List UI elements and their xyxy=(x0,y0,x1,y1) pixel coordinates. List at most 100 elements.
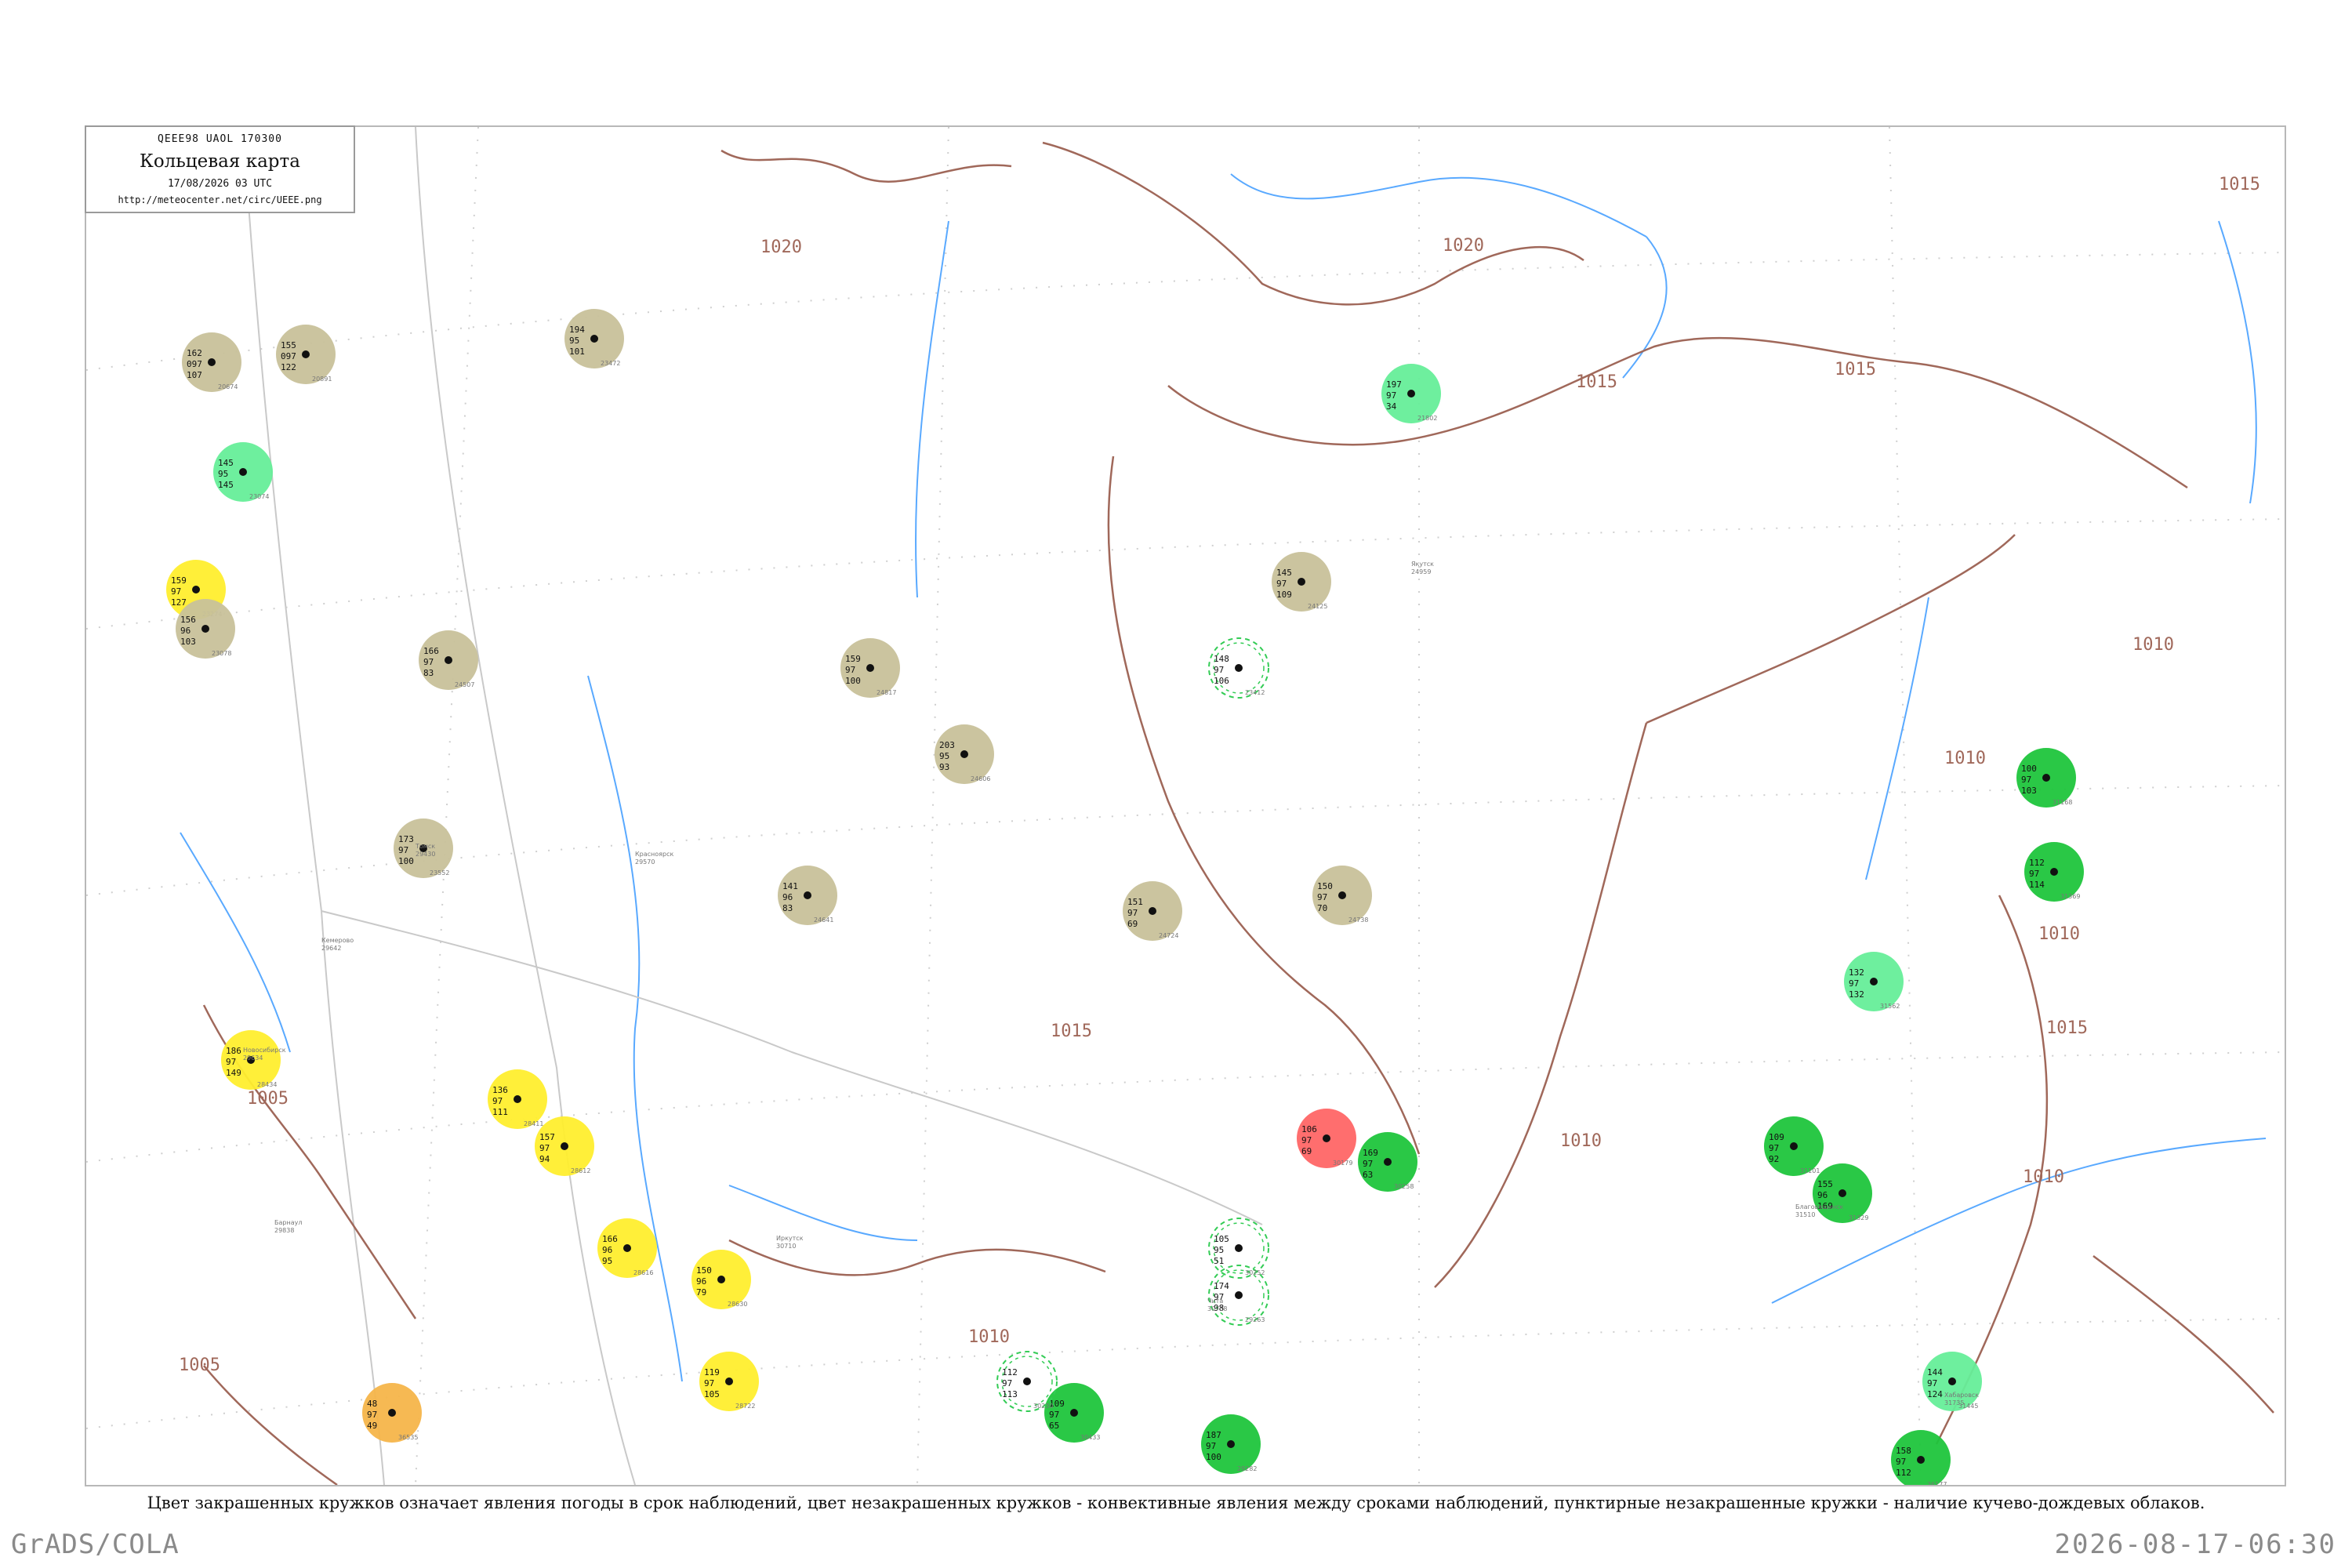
isobars xyxy=(202,141,2274,1485)
station-marker: 1509679 28630 xyxy=(691,1250,751,1309)
city-label: Томск xyxy=(415,843,435,850)
station-value-p: 97 xyxy=(1363,1159,1373,1169)
station-index: 28616 xyxy=(633,1269,653,1276)
station-value-r: 112 xyxy=(1896,1468,1911,1478)
station-value-r: 111 xyxy=(492,1107,508,1117)
station-index: 24817 xyxy=(877,689,896,696)
station-value-p: 97 xyxy=(1849,978,1859,989)
station-dot-icon xyxy=(445,656,452,664)
station-value-p: 97 xyxy=(492,1096,503,1106)
station-value-t: 48 xyxy=(367,1399,377,1409)
station-marker: 1509770 24738 xyxy=(1312,866,1372,925)
station-index: 23412 xyxy=(1245,689,1265,696)
station-dot-icon xyxy=(717,1276,725,1283)
city-index: 31510 xyxy=(1795,1211,1815,1218)
station-value-p: 97 xyxy=(423,657,434,667)
station-value-r: 69 xyxy=(1301,1146,1312,1156)
station-marker: 14595145 23074 xyxy=(213,442,273,502)
station-dot-icon xyxy=(201,625,209,633)
map-url[interactable]: http://meteocenter.net/circ/UEEE.png xyxy=(86,194,354,205)
station-index: 24641 xyxy=(814,916,833,924)
station-marker: 11297113 30230 xyxy=(996,1351,1058,1412)
station-index: 23078 xyxy=(212,650,231,657)
station-dot-icon xyxy=(1948,1377,1956,1385)
station-marker: 2039593 24606 xyxy=(935,724,994,784)
station-index: 31168 xyxy=(2053,799,2072,806)
station-dot-icon xyxy=(239,468,247,476)
station-marker: 13297132 31562 xyxy=(1844,952,1904,1011)
station-value-t: 155 xyxy=(1817,1179,1833,1189)
station-value-r: 83 xyxy=(423,668,434,678)
svg-text:1020: 1020 xyxy=(760,238,802,257)
station-value-r: 106 xyxy=(1214,676,1229,686)
svg-text:1015: 1015 xyxy=(1835,360,1876,379)
station-dot-icon xyxy=(388,1409,396,1417)
map-title: Кольцевая карта xyxy=(140,151,300,172)
station-value-t: 155 xyxy=(281,340,296,350)
station-index: 24125 xyxy=(1308,603,1327,610)
station-index: 31101 xyxy=(1800,1167,1820,1174)
station-value-t: 109 xyxy=(1769,1132,1784,1142)
station-value-t: 150 xyxy=(1317,881,1333,891)
city-index: 29570 xyxy=(635,858,655,866)
station-index: 24606 xyxy=(971,775,990,782)
station-dot-icon xyxy=(725,1377,733,1385)
station-value-p: 95 xyxy=(218,469,228,479)
station-index: 36177 xyxy=(1927,1481,1947,1485)
station-index: 21802 xyxy=(1417,415,1437,422)
footer-timestamp: 2026-08-17-06:30 xyxy=(2054,1529,2336,1560)
svg-text:1010: 1010 xyxy=(1560,1131,1602,1151)
station-value-t: 132 xyxy=(1849,967,1864,978)
station-index: 28722 xyxy=(735,1403,755,1410)
station-dot-icon xyxy=(192,586,200,593)
synoptic-map: 1020 1020 1015 1015 1015 1015 1015 1010 … xyxy=(85,125,2286,1486)
station-marker: 1669695 28616 xyxy=(597,1218,657,1278)
station-value-p: 97 xyxy=(367,1410,377,1420)
station-value-r: 145 xyxy=(218,480,234,490)
station-value-p: 97 xyxy=(1127,908,1138,918)
station-value-r: 51 xyxy=(1214,1256,1224,1266)
station-value-t: 119 xyxy=(704,1367,720,1377)
station-value-p: 97 xyxy=(704,1378,714,1388)
city-label: Чита xyxy=(1207,1298,1223,1305)
station-value-t: 173 xyxy=(398,834,414,844)
station-value-p: 97 xyxy=(1769,1143,1779,1153)
station-index: 30230 xyxy=(1033,1403,1053,1410)
station-index: 23552 xyxy=(430,869,449,877)
city-label: Новосибирск xyxy=(243,1047,286,1054)
station-dot-icon xyxy=(866,664,874,672)
svg-text:1010: 1010 xyxy=(2038,924,2080,944)
station-index: 30433 xyxy=(1080,1434,1100,1441)
station-marker: 19495101 23472 xyxy=(564,309,624,368)
station-dot-icon xyxy=(1790,1142,1798,1150)
station-value-p: 97 xyxy=(226,1057,236,1067)
station-value-p: 96 xyxy=(696,1276,706,1287)
station-value-t: 174 xyxy=(1214,1281,1229,1291)
station-marker: 109976530433 xyxy=(1044,1383,1104,1443)
station-value-t: 158 xyxy=(1896,1446,1911,1456)
station-dot-icon xyxy=(1407,390,1415,397)
station-dot-icon xyxy=(1023,1377,1031,1385)
station-value-t: 105 xyxy=(1214,1234,1229,1244)
station-marker: 155097122 20891 xyxy=(276,325,336,384)
station-value-p: 96 xyxy=(602,1245,612,1255)
station-value-p: 097 xyxy=(281,351,296,361)
station-index: 31329 xyxy=(1849,1214,1868,1221)
station-dot-icon xyxy=(590,335,598,343)
city-label: Благовещенск xyxy=(1795,1203,1843,1210)
station-marker: 1099792 31101 xyxy=(1764,1116,1824,1176)
city-label: Хабаровск xyxy=(1944,1392,1979,1399)
station-value-r: 69 xyxy=(1127,919,1138,929)
station-dot-icon xyxy=(561,1142,568,1150)
station-marker: 1979734 21802 xyxy=(1381,364,1441,423)
footer-software: GrADS/COLA xyxy=(11,1529,180,1560)
station-dot-icon xyxy=(1149,907,1156,915)
station-value-p: 97 xyxy=(539,1143,550,1153)
svg-text:1020: 1020 xyxy=(1443,236,1484,256)
svg-text:1005: 1005 xyxy=(179,1356,220,1375)
station-value-t: 145 xyxy=(1276,568,1292,578)
city-index: 29430 xyxy=(416,851,435,858)
station-value-t: 159 xyxy=(845,654,861,664)
station-value-r: 127 xyxy=(171,597,187,608)
station-marker: 1519769 24724 xyxy=(1123,881,1182,941)
